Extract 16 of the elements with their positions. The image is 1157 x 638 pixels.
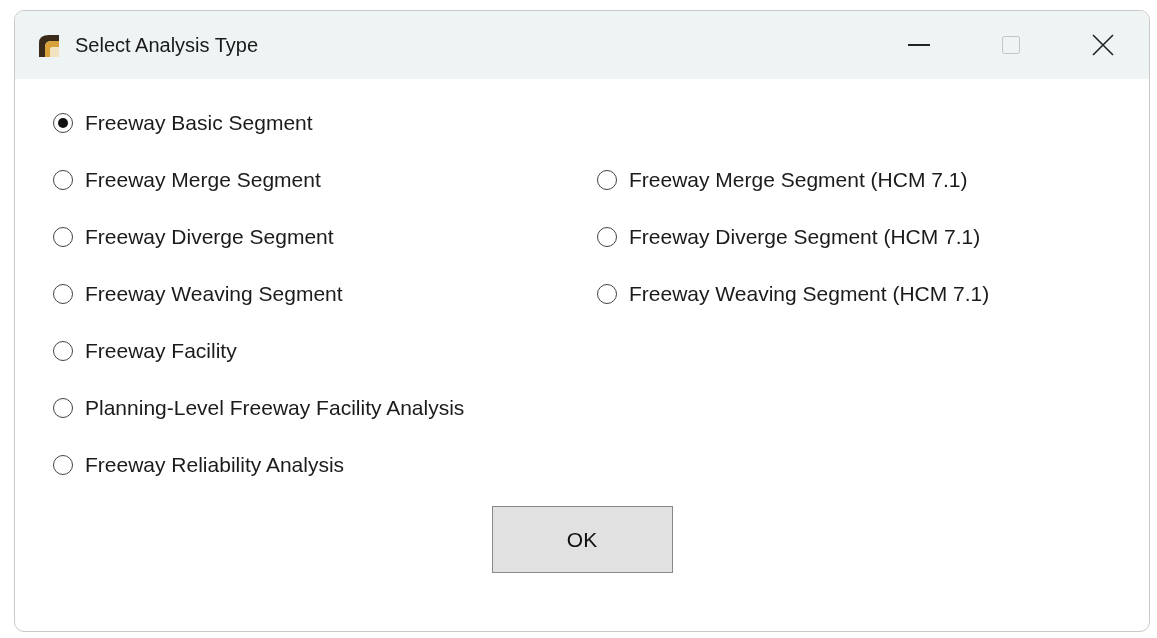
radio-option[interactable]: Freeway Diverge Segment [53,221,334,253]
close-icon [1092,34,1114,56]
app-icon [37,33,61,57]
maximize-icon [1002,36,1020,54]
window-title: Select Analysis Type [75,33,259,58]
radio-option[interactable]: Freeway Diverge Segment (HCM 7.1) [597,221,981,253]
radio-option[interactable]: Freeway Weaving Segment [53,278,343,310]
radio-option[interactable]: Freeway Basic Segment [53,107,313,139]
radio-option[interactable]: Freeway Merge Segment (HCM 7.1) [597,164,968,196]
radio-option[interactable]: Freeway Weaving Segment (HCM 7.1) [597,278,990,310]
radio-option[interactable]: Freeway Merge Segment [53,164,321,196]
ok-button[interactable]: OK [491,506,673,573]
radio-option[interactable]: Freeway Reliability Analysis [53,449,345,481]
minimize-icon [908,44,930,46]
radio-option[interactable]: Planning-Level Freeway Facility Analysis [53,392,465,424]
radio-option[interactable]: Freeway Facility [53,335,237,367]
